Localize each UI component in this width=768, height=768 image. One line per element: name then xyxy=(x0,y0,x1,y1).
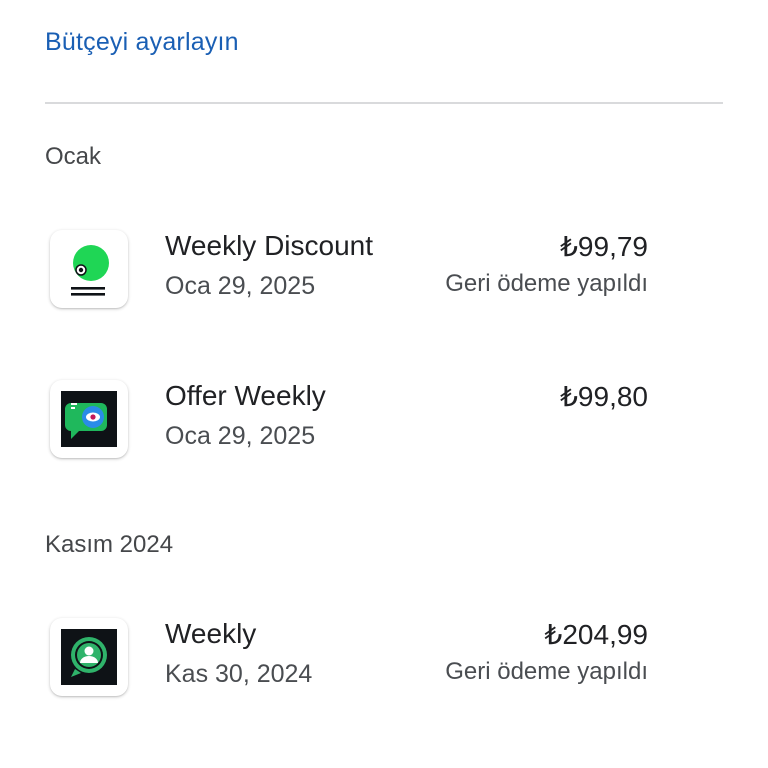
purchase-price: ₺99,79 xyxy=(560,231,648,262)
refund-status: Geri ödeme yapıldı xyxy=(445,270,648,297)
purchase-date: Oca 29, 2025 xyxy=(165,422,316,450)
weekly-app-icon xyxy=(50,618,128,696)
purchase-row-offer-weekly[interactable]: Offer Weekly Oca 29, 2025 ₺99,80 xyxy=(0,380,768,510)
purchase-row-weekly-discount[interactable]: Weekly Discount Oca 29, 2025 ₺99,79 Geri… xyxy=(0,230,768,360)
section-header-november-2024: Kasım 2024 xyxy=(45,531,174,558)
set-budget-link[interactable]: Bütçeyi ayarlayın xyxy=(45,28,239,57)
purchase-row-weekly[interactable]: Weekly Kas 30, 2024 ₺204,99 Geri ödeme y… xyxy=(0,618,768,748)
purchase-date: Kas 30, 2024 xyxy=(165,660,313,688)
purchase-price: ₺99,80 xyxy=(560,381,648,412)
refund-status: Geri ödeme yapıldı xyxy=(445,658,648,685)
weekly-discount-app-icon xyxy=(50,230,128,308)
divider xyxy=(45,102,723,104)
app-name: Offer Weekly xyxy=(165,380,326,411)
purchase-price: ₺204,99 xyxy=(544,619,648,650)
purchase-date: Oca 29, 2025 xyxy=(165,272,316,300)
section-header-january: Ocak xyxy=(45,143,102,170)
offer-weekly-app-icon xyxy=(50,380,128,458)
app-name: Weekly xyxy=(165,618,257,649)
app-name: Weekly Discount xyxy=(165,230,374,261)
